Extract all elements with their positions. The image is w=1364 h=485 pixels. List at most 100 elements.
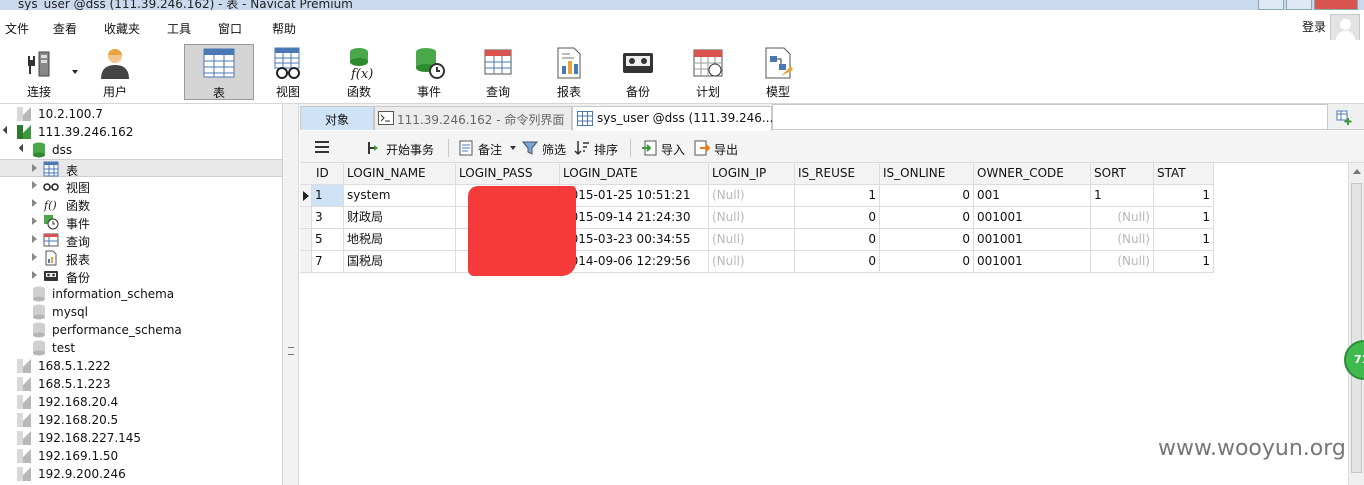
- menu-favorites[interactable]: 收藏夹: [104, 20, 140, 37]
- toolbar-connect-button[interactable]: 连接: [7, 44, 71, 100]
- tree-item-connection[interactable]: 168.5.1.222: [0, 357, 282, 375]
- tab-objects[interactable]: 对象: [300, 106, 374, 130]
- toolbar-schedule-button[interactable]: 计划: [676, 44, 740, 100]
- cell-is-reuse[interactable]: 0: [795, 229, 880, 251]
- tree-item-database[interactable]: mysql: [0, 303, 282, 321]
- scrollbar-thumb[interactable]: [1351, 183, 1362, 473]
- table-row[interactable]: 3 财政局 2015-09-14 21:24:30 (Null) 0 0 001…: [300, 207, 1214, 229]
- cell-sort[interactable]: 1: [1091, 185, 1154, 207]
- cell-is-reuse[interactable]: 0: [795, 251, 880, 273]
- expand-arrow-icon[interactable]: [32, 181, 37, 189]
- tree-item-database[interactable]: performance_schema: [0, 321, 282, 339]
- column-header-login-date[interactable]: LOGIN_DATE: [560, 163, 709, 185]
- pane-splitter[interactable]: [283, 104, 299, 485]
- column-header-login-pass[interactable]: LOGIN_PASS: [456, 163, 560, 185]
- cell-login-name[interactable]: system: [344, 185, 456, 207]
- tree-item-connection[interactable]: 168.5.1.223: [0, 375, 282, 393]
- column-header-sort[interactable]: SORT: [1091, 163, 1154, 185]
- cell-login-name[interactable]: 财政局: [344, 207, 456, 229]
- cell-stat[interactable]: 1: [1154, 207, 1214, 229]
- toolbar-model-button[interactable]: 模型: [746, 44, 810, 100]
- cell-login-ip[interactable]: (Null): [709, 251, 795, 273]
- cell-owner-code[interactable]: 001001: [974, 207, 1091, 229]
- menu-window[interactable]: 窗口: [218, 20, 242, 37]
- tab-sys-user-table[interactable]: sys_user @dss (111.39.246....: [572, 106, 777, 131]
- cell-login-ip[interactable]: (Null): [709, 185, 795, 207]
- toolbar-report-button[interactable]: 报表: [537, 44, 601, 100]
- column-header-id[interactable]: ID: [300, 163, 344, 185]
- column-header-owner-code[interactable]: OWNER_CODE: [974, 163, 1091, 185]
- tree-item-database[interactable]: dss: [0, 141, 282, 159]
- cell-login-date[interactable]: 2015-01-25 10:51:21: [560, 185, 709, 207]
- toolbar-backup-button[interactable]: 备份: [606, 44, 670, 100]
- export-button[interactable]: 导出: [694, 139, 742, 157]
- minimize-button[interactable]: [1258, 0, 1284, 10]
- cell-login-name[interactable]: 地税局: [344, 229, 456, 251]
- column-header-stat[interactable]: STAT: [1154, 163, 1214, 185]
- tree-item-database[interactable]: test: [0, 339, 282, 357]
- column-header-login-name[interactable]: LOGIN_NAME: [344, 163, 456, 185]
- tree-item-connection[interactable]: 111.39.246.162: [0, 123, 282, 141]
- tree-item-connection[interactable]: 192.168.20.5: [0, 411, 282, 429]
- cell-login-ip[interactable]: (Null): [709, 229, 795, 251]
- table-row[interactable]: 1 system 2015-01-25 10:51:21 (Null) 1 0 …: [300, 185, 1214, 207]
- tree-item-reports[interactable]: 报表: [0, 249, 282, 267]
- cell-is-online[interactable]: 0: [880, 251, 974, 273]
- menu-view[interactable]: 查看: [53, 20, 77, 37]
- cell-is-online[interactable]: 0: [880, 229, 974, 251]
- expand-arrow-icon[interactable]: [32, 217, 37, 225]
- scroll-up-icon[interactable]: [1353, 169, 1361, 174]
- tree-item-connection[interactable]: 192.169.1.50: [0, 447, 282, 465]
- cell-stat[interactable]: 1: [1154, 185, 1214, 207]
- cell-sort[interactable]: (Null): [1091, 229, 1154, 251]
- toolbar-function-button[interactable]: f(x) 函数: [327, 44, 391, 100]
- cell-owner-code[interactable]: 001001: [974, 229, 1091, 251]
- cell-stat[interactable]: 1: [1154, 229, 1214, 251]
- cell-owner-code[interactable]: 001: [974, 185, 1091, 207]
- collapse-arrow-icon[interactable]: [2, 125, 12, 135]
- maximize-button[interactable]: [1286, 0, 1312, 10]
- tree-item-database[interactable]: information_schema: [0, 285, 282, 303]
- cell-owner-code[interactable]: 001001: [974, 251, 1091, 273]
- row-indicator[interactable]: [300, 207, 312, 229]
- cell-is-reuse[interactable]: 0: [795, 207, 880, 229]
- table-row[interactable]: 5 地税局 2015-03-23 00:34:55 (Null) 0 0 001…: [300, 229, 1214, 251]
- expand-arrow-icon[interactable]: [32, 235, 37, 243]
- tree-item-connection[interactable]: 192.168.20.4: [0, 393, 282, 411]
- cell-login-ip[interactable]: (Null): [709, 207, 795, 229]
- login-link[interactable]: 登录: [1302, 18, 1326, 35]
- cell-id[interactable]: 5: [312, 229, 344, 251]
- toolbar-query-button[interactable]: 查询: [466, 44, 530, 100]
- tree-item-backups[interactable]: 备份: [0, 267, 282, 285]
- tree-item-tables[interactable]: 表: [0, 159, 282, 178]
- tree-item-connection[interactable]: 192.9.200.246: [0, 465, 282, 483]
- table-row[interactable]: 7 国税局 2014-09-06 12:29:56 (Null) 0 0 001…: [300, 251, 1214, 273]
- toolbar-event-button[interactable]: 事件: [397, 44, 461, 100]
- filter-button[interactable]: 筛选: [522, 139, 570, 157]
- cell-stat[interactable]: 1: [1154, 251, 1214, 273]
- cell-sort[interactable]: (Null): [1091, 207, 1154, 229]
- tab-command-line[interactable]: 111.39.246.162 - 命令列界面: [374, 106, 572, 130]
- cell-login-date[interactable]: 2015-03-23 00:34:55: [560, 229, 709, 251]
- add-object-icon[interactable]: [1336, 110, 1352, 126]
- menu-tools[interactable]: 工具: [167, 20, 191, 37]
- expand-arrow-icon[interactable]: [32, 253, 37, 261]
- cell-is-reuse[interactable]: 1: [795, 185, 880, 207]
- import-button[interactable]: 导入: [641, 139, 689, 157]
- toolbar-view-button[interactable]: 视图: [256, 44, 320, 100]
- row-indicator[interactable]: [300, 229, 312, 251]
- column-header-is-reuse[interactable]: IS_REUSE: [795, 163, 880, 185]
- row-indicator[interactable]: [300, 185, 312, 207]
- expand-arrow-icon[interactable]: [32, 164, 37, 172]
- tree-item-views[interactable]: 视图: [0, 177, 282, 195]
- cell-is-online[interactable]: 0: [880, 185, 974, 207]
- toolbar-user-button[interactable]: 用户: [83, 44, 147, 100]
- column-header-login-ip[interactable]: LOGIN_IP: [709, 163, 795, 185]
- cell-is-online[interactable]: 0: [880, 207, 974, 229]
- tree-item-connection[interactable]: 192.168.227.145: [0, 429, 282, 447]
- cell-id[interactable]: 1: [312, 185, 344, 207]
- tree-item-functions[interactable]: f() 函数: [0, 195, 282, 213]
- toolbar-table-button[interactable]: 表: [184, 44, 254, 100]
- tree-item-queries[interactable]: 查询: [0, 231, 282, 249]
- collapse-arrow-icon[interactable]: [18, 143, 28, 153]
